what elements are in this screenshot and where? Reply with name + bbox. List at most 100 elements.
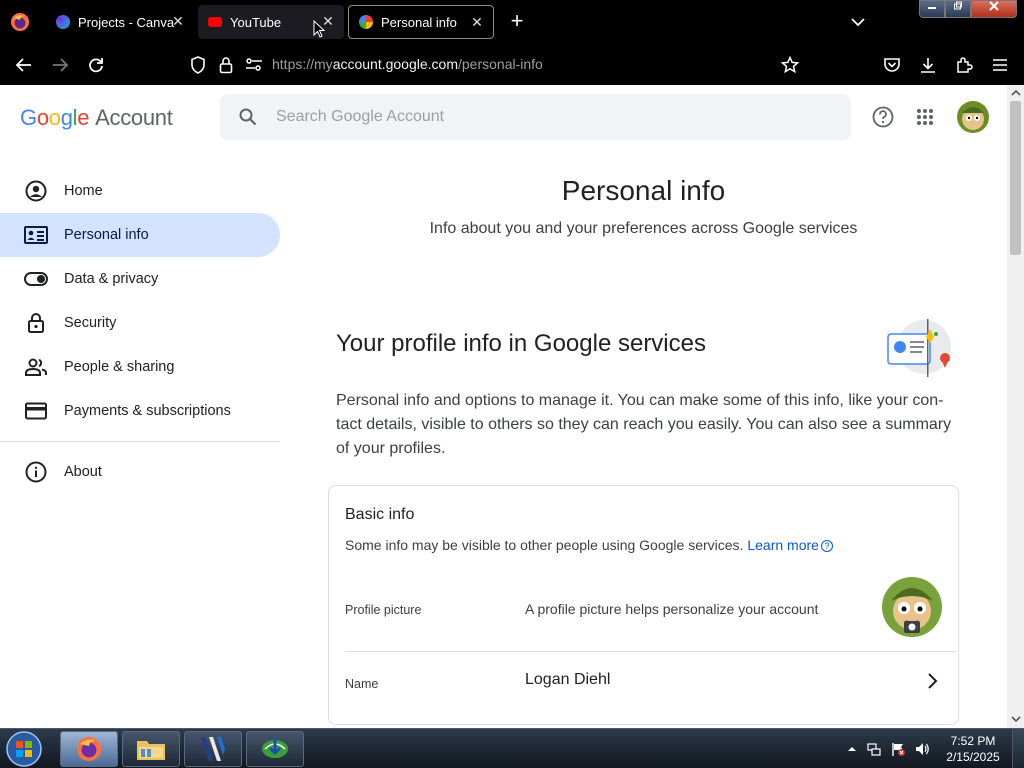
downloads-button[interactable] xyxy=(916,53,940,77)
logo-letter: o xyxy=(48,105,61,130)
show-desktop-button[interactable] xyxy=(1012,729,1024,768)
canva-icon xyxy=(56,15,70,29)
back-button[interactable] xyxy=(12,53,36,77)
learn-more-link[interactable]: Learn more? xyxy=(747,537,833,553)
video-editor-icon xyxy=(201,737,225,761)
bookmark-button[interactable] xyxy=(778,53,802,77)
row-value: A profile picture helps personalize your… xyxy=(525,601,819,617)
web-page: GoogleAccount Home Personal info xyxy=(0,85,1024,728)
scrollbar-thumb[interactable] xyxy=(1010,101,1021,255)
extensions-button[interactable] xyxy=(952,53,976,77)
star-icon xyxy=(781,56,799,74)
logo-letter: g xyxy=(60,105,73,130)
tab-close-icon[interactable]: ✕ xyxy=(170,13,186,29)
row-value: Logan Diehl xyxy=(525,671,611,688)
app-menu-button[interactable] xyxy=(988,53,1012,77)
arrow-right-icon xyxy=(53,58,69,72)
tracking-protection-button[interactable] xyxy=(186,53,210,77)
sidebar-item-data-privacy[interactable]: Data & privacy xyxy=(0,257,280,301)
maximize-button[interactable] xyxy=(945,0,971,18)
start-button[interactable] xyxy=(4,730,44,768)
firefox-view-button[interactable] xyxy=(8,10,32,34)
profile-picture[interactable] xyxy=(882,577,942,637)
taskbar-app-button[interactable] xyxy=(184,731,242,767)
taskbar-explorer-button[interactable] xyxy=(122,731,180,767)
profile-picture-avatar-icon xyxy=(882,577,942,637)
logo-letter: e xyxy=(77,105,90,130)
page-subtitle: Info about you and your preferences acro… xyxy=(429,220,858,237)
google-icon xyxy=(359,15,373,29)
site-security-button[interactable] xyxy=(214,53,238,77)
address-bar[interactable]: https://myaccount.google.com/personal-in… xyxy=(272,56,543,72)
profile-info-illustration-icon xyxy=(887,319,951,377)
network-icon[interactable] xyxy=(866,741,882,757)
page-scrollbar[interactable] xyxy=(1007,85,1024,728)
apps-grid-icon xyxy=(917,109,933,125)
sidebar-item-label: Data & privacy xyxy=(64,271,159,287)
scroll-down-arrow-icon[interactable] xyxy=(1011,714,1021,724)
permissions-icon xyxy=(246,58,262,71)
name-row[interactable]: Name Logan Diehl xyxy=(345,652,956,708)
avatar[interactable] xyxy=(957,101,989,133)
folder-icon xyxy=(137,741,165,760)
minimize-icon xyxy=(928,7,936,9)
sidebar-item-about[interactable]: About xyxy=(0,450,280,494)
sidebar-item-personal-info[interactable]: Personal info xyxy=(0,213,280,257)
show-hidden-icons-icon[interactable] xyxy=(844,741,860,757)
new-tab-button[interactable]: + xyxy=(506,10,528,33)
sidebar-item-people-sharing[interactable]: People & sharing xyxy=(0,345,280,389)
google-apps-button[interactable] xyxy=(913,105,937,129)
card-subtitle: Some info may be visible to other people… xyxy=(345,537,833,553)
search-icon[interactable] xyxy=(238,107,258,127)
scroll-up-arrow-icon[interactable] xyxy=(1011,88,1021,98)
help-icon xyxy=(872,106,894,128)
chevron-right-icon xyxy=(928,673,938,689)
help-button[interactable] xyxy=(871,105,895,129)
google-account-logo[interactable]: Google Account xyxy=(20,105,173,131)
minimize-button[interactable] xyxy=(919,0,945,18)
screen: Projects - Canva ✕ YouTube ✕ Personal in… xyxy=(0,0,1024,768)
credit-card-icon xyxy=(24,399,48,423)
sidebar-item-label: Security xyxy=(64,315,117,331)
sidebar-item-payments[interactable]: Payments & subscriptions xyxy=(0,389,280,433)
section-description-line: Personal info and options to manage it. … xyxy=(336,392,944,409)
section-description-line: tact details, visible to others so they … xyxy=(336,416,952,433)
permissions-button[interactable] xyxy=(242,53,266,77)
volume-icon[interactable] xyxy=(914,741,930,757)
user-avatar-icon xyxy=(957,101,989,133)
tab-canva[interactable]: Projects - Canva ✕ xyxy=(46,5,194,39)
logo-account-text: Account xyxy=(95,105,173,130)
hamburger-menu-icon xyxy=(993,59,1007,71)
logo-letter: G xyxy=(20,105,37,130)
search-input[interactable] xyxy=(276,94,836,140)
basic-info-card: Basic info Some info may be visible to o… xyxy=(328,485,959,725)
windows-start-icon xyxy=(6,731,42,767)
sidebar-item-security[interactable]: Security xyxy=(0,301,280,345)
firefox-icon xyxy=(77,737,101,761)
search-box[interactable] xyxy=(220,94,851,140)
youtube-icon xyxy=(208,17,222,27)
profile-picture-row[interactable]: Profile picture A profile picture helps … xyxy=(345,570,956,652)
lock-icon xyxy=(24,311,48,335)
pocket-button[interactable] xyxy=(880,53,904,77)
taskbar-clock[interactable]: 7:52 PM 2/15/2025 xyxy=(938,733,1008,765)
id-card-icon xyxy=(24,223,48,247)
chevron-down-icon[interactable] xyxy=(848,12,868,32)
sidebar-item-label: Payments & subscriptions xyxy=(64,403,231,419)
reload-button[interactable] xyxy=(84,53,108,77)
lock-icon xyxy=(219,57,233,74)
section-description: Personal info and options to manage it. … xyxy=(336,389,956,461)
taskbar-firefox-button[interactable] xyxy=(60,731,118,767)
tab-personal-info[interactable]: Personal info ✕ xyxy=(348,5,494,39)
url-scheme: https://my xyxy=(272,56,333,72)
close-window-button[interactable] xyxy=(971,0,1017,18)
action-center-flag-icon[interactable] xyxy=(890,741,906,757)
tab-title: Projects - Canva xyxy=(78,14,175,30)
windows-taskbar: 7:52 PM 2/15/2025 xyxy=(0,728,1024,768)
sidebar-nav: Home Personal info Data & privacy Securi… xyxy=(0,169,280,494)
forward-button[interactable] xyxy=(48,53,72,77)
page-title: Personal info xyxy=(561,175,726,206)
sidebar-item-home[interactable]: Home xyxy=(0,169,280,213)
taskbar-download-manager-button[interactable] xyxy=(246,731,304,767)
tab-close-icon[interactable]: ✕ xyxy=(469,14,485,30)
